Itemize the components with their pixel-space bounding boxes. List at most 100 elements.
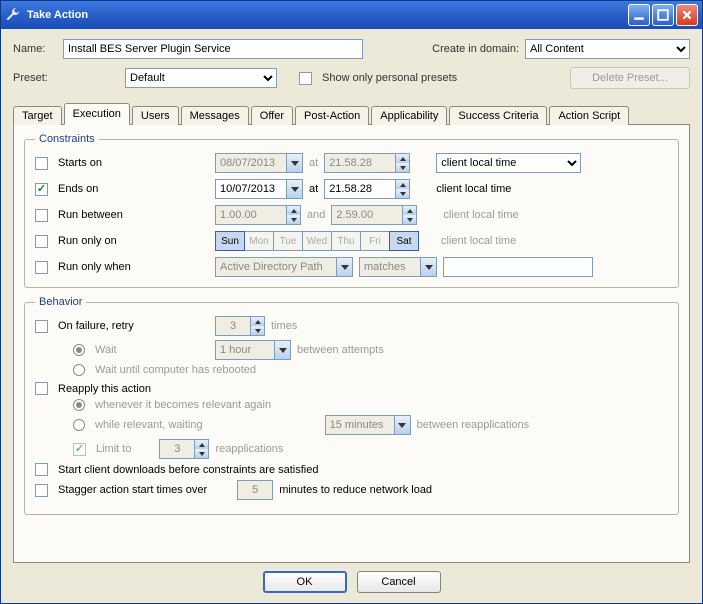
dialog-footer: OK Cancel	[13, 563, 690, 595]
stagger-value-field	[237, 480, 273, 500]
day-thu[interactable]: Thu	[331, 231, 361, 251]
ok-button[interactable]: OK	[263, 571, 347, 593]
wait-reboot-label: Wait until computer has rebooted	[95, 364, 256, 376]
ends-on-label: Ends on	[58, 183, 98, 195]
day-sat[interactable]: Sat	[389, 231, 419, 251]
client-local-text: client local time	[436, 183, 511, 195]
domain-label: Create in domain:	[432, 43, 519, 55]
chevron-down-icon	[286, 154, 302, 172]
wait-reboot-radio	[73, 364, 85, 376]
tab-offer[interactable]: Offer	[251, 106, 293, 125]
wait-radio	[73, 344, 85, 356]
on-failure-label: On failure, retry	[58, 320, 134, 332]
run-only-on-checkbox[interactable]	[35, 235, 48, 248]
ends-on-checkbox[interactable]	[35, 183, 48, 196]
show-personal-checkbox[interactable]	[299, 72, 312, 85]
between-reapps-label: between reapplications	[417, 419, 530, 431]
wrench-icon	[5, 7, 21, 23]
chevron-down-icon	[274, 341, 290, 359]
spin-up-icon[interactable]	[396, 180, 409, 189]
stagger-checkbox[interactable]	[35, 484, 48, 497]
chevron-down-icon	[394, 416, 410, 434]
and-label: and	[307, 209, 325, 221]
day-tue[interactable]: Tue	[273, 231, 303, 251]
run-between-label: Run between	[58, 209, 123, 221]
stagger-suffix-label: minutes to reduce network load	[279, 484, 432, 496]
stagger-label: Stagger action start times over	[58, 484, 207, 496]
starts-on-checkbox[interactable]	[35, 157, 48, 170]
on-failure-checkbox[interactable]	[35, 320, 48, 333]
wait-label: Wait	[95, 344, 117, 356]
run-only-on-label: Run only on	[58, 235, 117, 247]
while-relevant-radio	[73, 419, 85, 431]
tab-messages[interactable]: Messages	[181, 106, 249, 125]
titlebar: Take Action	[1, 1, 702, 29]
tab-success-criteria[interactable]: Success Criteria	[449, 106, 547, 125]
cancel-button[interactable]: Cancel	[357, 571, 441, 593]
relation-value-field[interactable]	[443, 257, 593, 277]
while-relevant-label: while relevant, waiting	[95, 419, 203, 431]
run-between-to	[331, 205, 417, 225]
minimize-button[interactable]	[628, 4, 650, 26]
reapplications-label: reapplications	[215, 443, 283, 455]
tab-panel-execution: Constraints Starts on at client local ti…	[13, 124, 690, 563]
starts-on-time	[324, 153, 410, 173]
between-attempts-label: between attempts	[297, 344, 384, 356]
chevron-down-icon	[420, 258, 436, 276]
spin-down-icon[interactable]	[396, 189, 409, 198]
tab-post-action[interactable]: Post-Action	[295, 106, 369, 125]
tab-target[interactable]: Target	[13, 106, 62, 125]
day-mon[interactable]: Mon	[244, 231, 274, 251]
tab-execution[interactable]: Execution	[64, 103, 130, 125]
delete-preset-button: Delete Preset...	[570, 67, 690, 89]
starts-on-label: Starts on	[58, 157, 102, 169]
limit-to-label: Limit to	[96, 443, 131, 455]
retry-times-field	[215, 316, 265, 336]
maximize-button[interactable]	[652, 4, 674, 26]
day-wed[interactable]: Wed	[302, 231, 332, 251]
starts-on-date	[215, 153, 303, 173]
chevron-down-icon	[336, 258, 352, 276]
wait-amount-select	[215, 340, 291, 360]
preset-label: Preset:	[13, 72, 57, 84]
take-action-window: Take Action Name: Create in domain: All …	[0, 0, 703, 604]
day-sun[interactable]: Sun	[215, 231, 245, 251]
behavior-group: Behavior On failure, retry times Wait	[24, 296, 679, 515]
run-between-checkbox[interactable]	[35, 209, 48, 222]
limit-to-field	[159, 439, 209, 459]
run-between-from	[215, 205, 301, 225]
tab-bar: Target Execution Users Messages Offer Po…	[13, 103, 690, 124]
at-label: at	[309, 157, 318, 169]
run-only-when-checkbox[interactable]	[35, 261, 48, 274]
window-title: Take Action	[27, 9, 628, 21]
behavior-legend: Behavior	[35, 296, 86, 308]
tab-action-script[interactable]: Action Script	[549, 106, 629, 125]
day-fri[interactable]: Fri	[360, 231, 390, 251]
whenever-radio	[73, 399, 85, 411]
reapply-checkbox[interactable]	[35, 382, 48, 395]
start-downloads-checkbox[interactable]	[35, 463, 48, 476]
tab-users[interactable]: Users	[132, 106, 179, 125]
ends-on-date[interactable]	[215, 179, 303, 199]
run-only-when-label: Run only when	[58, 261, 131, 273]
chevron-down-icon[interactable]	[286, 180, 302, 198]
whenever-label: whenever it becomes relevant again	[95, 399, 271, 411]
constraints-legend: Constraints	[35, 133, 99, 145]
reapply-label: Reapply this action	[58, 383, 151, 395]
ends-on-time[interactable]	[324, 179, 410, 199]
client-local-text: client local time	[441, 235, 516, 247]
name-label: Name:	[13, 43, 57, 55]
domain-select[interactable]: All Content	[525, 39, 690, 59]
name-field[interactable]	[63, 39, 363, 59]
constraints-group: Constraints Starts on at client local ti…	[24, 133, 679, 288]
start-downloads-label: Start client downloads before constraint…	[58, 464, 318, 476]
at-label: at	[309, 183, 318, 195]
close-button[interactable]	[676, 4, 698, 26]
tab-applicability[interactable]: Applicability	[371, 106, 447, 125]
relation-select	[359, 257, 437, 277]
preset-select[interactable]: Default	[125, 68, 277, 88]
show-personal-label: Show only personal presets	[322, 72, 457, 84]
time-zone-select[interactable]: client local time	[436, 153, 581, 173]
day-buttons: Sun Mon Tue Wed Thu Fri Sat	[215, 231, 419, 251]
client-local-text: client local time	[443, 209, 518, 221]
